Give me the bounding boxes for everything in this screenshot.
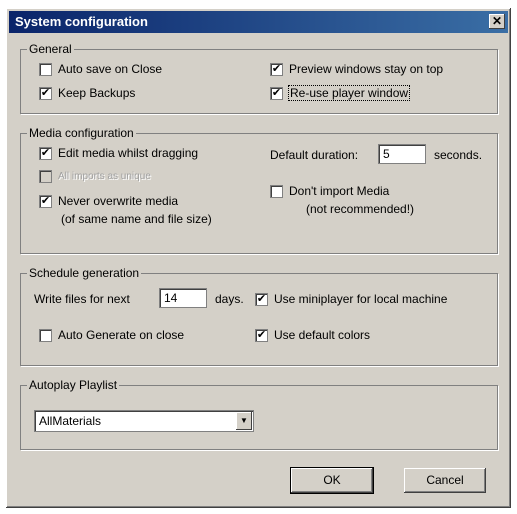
- checkbox-box[interactable]: [270, 184, 283, 198]
- edit-dragging-checkbox[interactable]: ✔ Edit media whilst dragging: [39, 146, 198, 160]
- autoplay-playlist-selected: AllMaterials: [39, 414, 102, 428]
- auto-save-checkbox[interactable]: Auto save on Close: [39, 62, 162, 76]
- general-group-label: General: [29, 42, 72, 56]
- use-default-colors-checkbox[interactable]: ✔ Use default colors: [255, 328, 370, 342]
- write-files-days-input[interactable]: 14: [159, 288, 207, 308]
- auto-save-label: Auto save on Close: [58, 62, 163, 76]
- checkbox-box[interactable]: ✔: [255, 292, 268, 306]
- autoplay-playlist-group-label: Autoplay Playlist: [29, 378, 118, 392]
- system-configuration-dialog: System configuration ✕ General Auto save…: [6, 8, 511, 508]
- default-duration-input[interactable]: 5: [378, 144, 426, 164]
- chevron-down-icon[interactable]: ▼: [236, 412, 252, 430]
- default-duration-value: 5: [383, 147, 390, 161]
- dont-import-checkbox[interactable]: Don't import Media: [270, 184, 389, 198]
- cancel-button[interactable]: Cancel: [404, 468, 486, 493]
- close-icon: ✕: [491, 14, 503, 28]
- reuse-player-checkbox[interactable]: ✔ Re-use player window: [270, 85, 411, 101]
- checkbox-box: [39, 170, 52, 183]
- never-overwrite-sublabel: (of same name and file size): [61, 212, 212, 226]
- checkbox-box[interactable]: [39, 328, 52, 342]
- title-bar[interactable]: System configuration ✕: [9, 11, 508, 33]
- reuse-player-label: Re-use player window: [287, 85, 411, 101]
- default-duration-label: Default duration:: [270, 148, 359, 162]
- edit-dragging-label: Edit media whilst dragging: [58, 146, 199, 160]
- preview-on-top-label: Preview windows stay on top: [289, 62, 444, 76]
- dont-import-sublabel: (not recommended!): [306, 202, 415, 216]
- auto-generate-checkbox[interactable]: Auto Generate on close: [39, 328, 184, 342]
- keep-backups-label: Keep Backups: [58, 86, 136, 100]
- write-files-label: Write files for next: [34, 292, 130, 306]
- checkbox-box[interactable]: ✔: [39, 86, 52, 100]
- checkbox-box[interactable]: [39, 62, 52, 76]
- window-title: System configuration: [15, 14, 148, 29]
- checkbox-box[interactable]: ✔: [270, 62, 283, 76]
- never-overwrite-label: Never overwrite media: [58, 194, 179, 208]
- preview-on-top-checkbox[interactable]: ✔ Preview windows stay on top: [270, 62, 443, 76]
- schedule-generation-group-label: Schedule generation: [29, 266, 140, 280]
- autoplay-playlist-select[interactable]: AllMaterials ▼: [34, 410, 254, 432]
- checkbox-box[interactable]: ✔: [255, 328, 268, 342]
- checkbox-box[interactable]: ✔: [39, 194, 52, 208]
- never-overwrite-checkbox[interactable]: ✔ Never overwrite media: [39, 194, 178, 208]
- close-button[interactable]: ✕: [489, 14, 505, 29]
- general-group: General: [20, 42, 498, 114]
- use-miniplayer-label: Use miniplayer for local machine: [274, 292, 448, 306]
- write-files-days-value: 14: [164, 291, 178, 305]
- days-label: days.: [215, 292, 244, 306]
- dont-import-label: Don't import Media: [289, 184, 390, 198]
- use-miniplayer-checkbox[interactable]: ✔ Use miniplayer for local machine: [255, 292, 447, 306]
- ok-button[interactable]: OK: [290, 467, 374, 494]
- disabled-import-label: All imports as unique: [58, 171, 151, 182]
- checkbox-box[interactable]: ✔: [39, 146, 52, 160]
- media-configuration-group-label: Media configuration: [29, 126, 134, 140]
- keep-backups-checkbox[interactable]: ✔ Keep Backups: [39, 86, 135, 100]
- schedule-generation-group: Schedule generation: [20, 266, 498, 366]
- seconds-label: seconds.: [434, 148, 483, 162]
- auto-generate-label: Auto Generate on close: [58, 328, 185, 342]
- checkbox-box[interactable]: ✔: [270, 86, 283, 100]
- use-default-colors-label: Use default colors: [274, 328, 371, 342]
- disabled-import-checkbox: All imports as unique: [39, 170, 151, 183]
